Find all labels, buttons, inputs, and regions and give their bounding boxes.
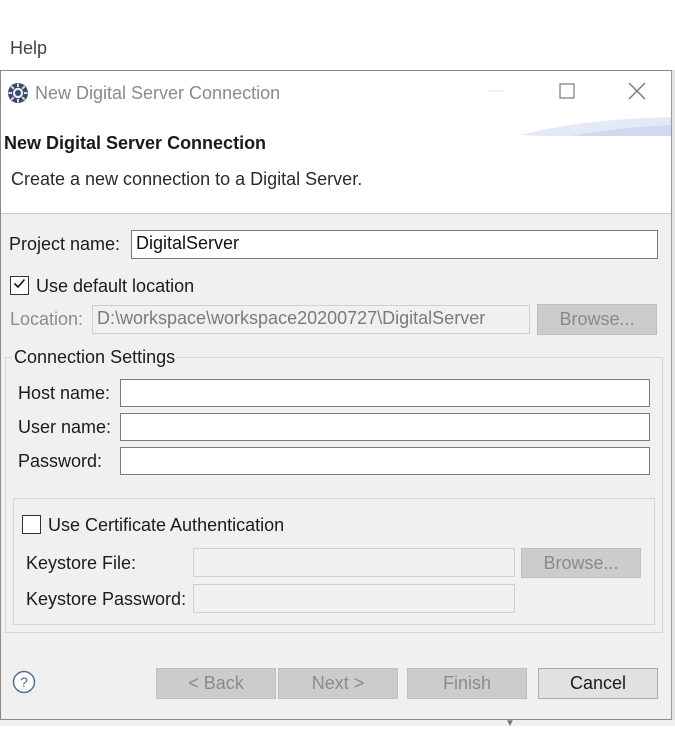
back-button[interactable]: < Back [156, 668, 276, 699]
project-name-label: Project name: [9, 234, 121, 254]
menu-help[interactable]: Help [10, 38, 47, 59]
use-certificate-label: Use Certificate Authentication [48, 515, 285, 535]
maximize-icon [559, 82, 575, 104]
minimize-button[interactable] [473, 76, 519, 110]
help-icon[interactable]: ? [12, 670, 36, 694]
location-input[interactable]: D:\workspace\workspace20200727\DigitalSe… [92, 305, 530, 334]
close-button[interactable] [614, 76, 660, 110]
eclipse-gear-icon [7, 82, 29, 104]
window-title: New Digital Server Connection [35, 83, 281, 103]
user-name-input[interactable] [120, 413, 650, 441]
title-bar[interactable]: New Digital Server Connection [1, 71, 671, 115]
background-window-bottom [0, 720, 675, 726]
new-connection-dialog: New Digital Server Connection New Digita… [0, 70, 672, 720]
keystore-browse-button[interactable]: Browse... [521, 548, 641, 578]
keystore-file-input[interactable] [193, 548, 515, 577]
password-input[interactable] [120, 447, 650, 475]
banner-graphic [521, 115, 671, 145]
close-icon [628, 82, 646, 105]
use-certificate-checkbox[interactable] [22, 515, 41, 534]
location-browse-button[interactable]: Browse... [537, 304, 657, 335]
next-button[interactable]: Next > [278, 668, 398, 699]
minimize-icon [488, 83, 504, 104]
keystore-file-label: Keystore File: [26, 553, 137, 573]
host-name-input[interactable] [120, 379, 650, 407]
maximize-button[interactable] [544, 76, 590, 110]
host-name-label: Host name: [18, 383, 111, 403]
wizard-banner: New Digital Server Connection Create a n… [1, 115, 671, 214]
connection-settings-legend: Connection Settings [12, 347, 178, 368]
user-name-label: User name: [18, 417, 112, 437]
check-icon [12, 275, 27, 296]
keystore-password-input[interactable] [193, 584, 515, 613]
use-default-location-label: Use default location [36, 276, 195, 296]
use-default-location-checkbox[interactable] [10, 276, 29, 295]
project-name-input[interactable]: DigitalServer [131, 230, 658, 259]
wizard-description: Create a new connection to a Digital Ser… [11, 169, 363, 189]
password-label: Password: [18, 451, 103, 471]
finish-button[interactable]: Finish [407, 668, 527, 699]
cancel-button[interactable]: Cancel [538, 668, 658, 699]
keystore-password-label: Keystore Password: [26, 589, 187, 609]
svg-text:?: ? [20, 674, 28, 690]
wizard-title: New Digital Server Connection [4, 133, 267, 153]
location-label: Location: [10, 309, 84, 329]
